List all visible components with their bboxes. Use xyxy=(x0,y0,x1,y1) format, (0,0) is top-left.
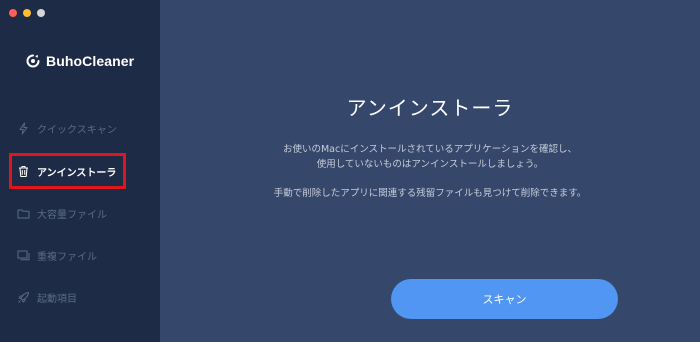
sidebar-item-label: クイックスキャン xyxy=(37,124,117,136)
page-title: アンインストーラ xyxy=(346,96,514,120)
sidebar-item-large-files[interactable]: 大容量ファイル xyxy=(0,193,160,233)
duplicate-icon xyxy=(17,250,30,260)
description-line-3: 手動で削除したアプリに関連する残留ファイルも見つけて削除できます。 xyxy=(273,188,587,199)
zoom-window-button[interactable] xyxy=(37,9,45,17)
sidebar-item-label: 起動項目 xyxy=(37,293,77,305)
sidebar-item-startup-items[interactable]: 起動項目 xyxy=(0,277,160,317)
app-logo: BuhoCleaner xyxy=(26,53,134,69)
minimize-window-button[interactable] xyxy=(23,9,31,17)
sidebar-item-label: 重複ファイル xyxy=(37,251,97,263)
description-line-2: 使用していないものはアンインストールしましょう。 xyxy=(316,159,544,170)
app-window: BuhoCleaner クイックスキャン アンインストーラ 大容量ファイル 重複… xyxy=(0,0,700,342)
sidebar: BuhoCleaner クイックスキャン アンインストーラ 大容量ファイル 重複… xyxy=(0,0,160,342)
lightning-icon xyxy=(19,122,28,134)
sidebar-item-duplicate-files[interactable]: 重複ファイル xyxy=(0,235,160,275)
scan-button[interactable]: スキャン xyxy=(391,279,618,319)
buho-logo-icon xyxy=(26,54,40,68)
close-window-button[interactable] xyxy=(9,9,17,17)
app-name: BuhoCleaner xyxy=(46,53,135,69)
sidebar-item-quick-scan[interactable]: クイックスキャン xyxy=(0,108,160,148)
main-panel: アンインストーラ お使いのMacにインストールされているアプリケーションを確認し… xyxy=(160,0,700,342)
folder-icon xyxy=(17,209,30,218)
sidebar-item-label: 大容量ファイル xyxy=(37,209,107,221)
window-controls xyxy=(9,9,45,17)
rocket-icon xyxy=(18,291,29,303)
highlight-annotation xyxy=(9,153,126,189)
description-line-1: お使いのMacにインストールされているアプリケーションを確認し、 xyxy=(282,144,578,155)
